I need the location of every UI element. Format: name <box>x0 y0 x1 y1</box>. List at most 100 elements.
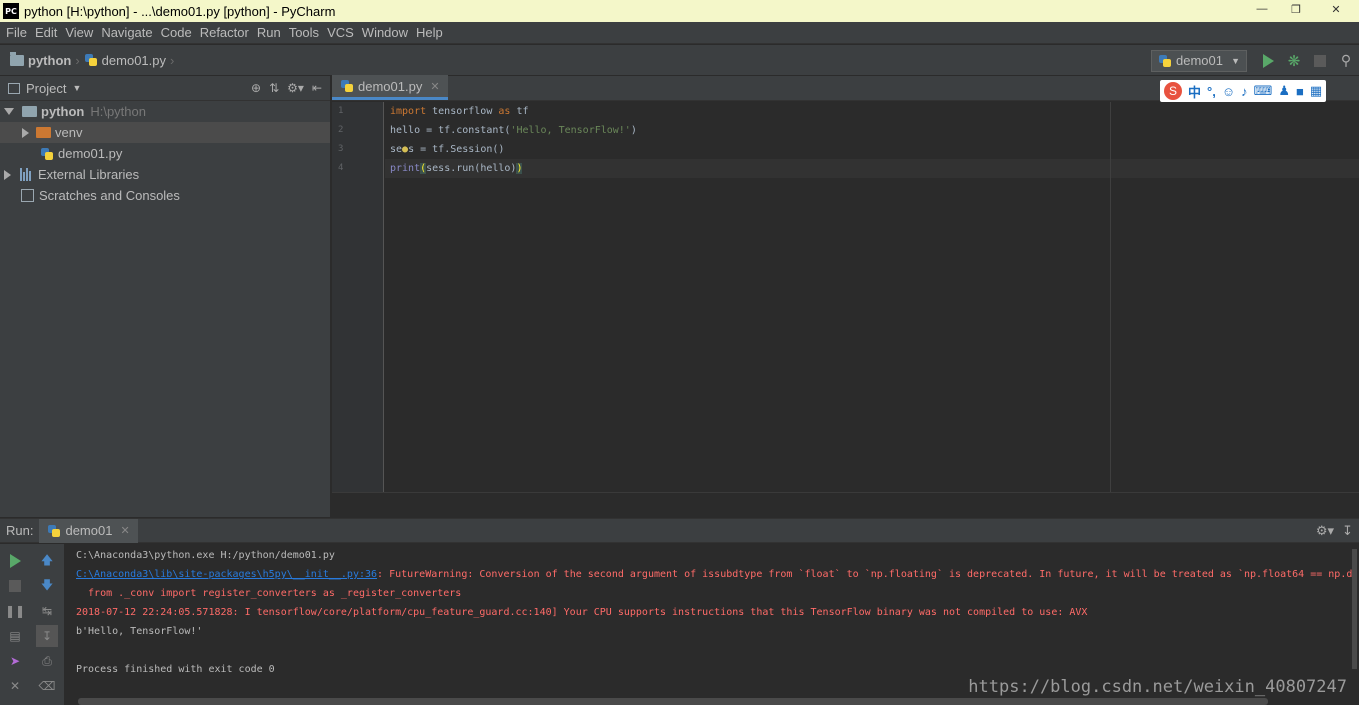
expand-arrow-icon[interactable] <box>4 108 14 115</box>
breadcrumb-project[interactable]: python <box>28 53 71 68</box>
run-tab-demo01[interactable]: demo01 ✕ <box>39 518 138 543</box>
breadcrumb-separator: › <box>170 52 175 68</box>
search-icon: ⚲ <box>1340 52 1352 68</box>
stop-button[interactable] <box>1307 50 1333 72</box>
skin-icon[interactable]: ■ <box>1296 84 1304 99</box>
expand-arrow-icon[interactable] <box>22 127 29 138</box>
folder-icon <box>10 51 24 66</box>
menu-run[interactable]: Run <box>253 25 285 40</box>
menu-file[interactable]: File <box>2 25 31 40</box>
wrap-icon: ↹ <box>41 604 53 618</box>
navigation-bar: python › demo01.py › demo01 ▼ ❋ ⚲ <box>0 45 1359 76</box>
horizontal-scrollbar[interactable] <box>78 698 1268 705</box>
tree-item-demo01[interactable]: demo01.py <box>0 143 330 164</box>
print-button[interactable]: ⎙ <box>36 650 58 672</box>
stop-icon <box>1314 54 1326 67</box>
gear-icon[interactable]: ⚙▾ <box>287 81 304 95</box>
tree-item-scratches[interactable]: Scratches and Consoles <box>0 185 330 206</box>
chevron-down-icon[interactable]: ▼ <box>72 83 81 93</box>
run-config-label: demo01 <box>1176 53 1223 68</box>
sogou-logo-icon[interactable]: S <box>1164 82 1182 100</box>
print-icon: ⎙ <box>42 653 52 668</box>
run-button[interactable] <box>1255 50 1281 72</box>
folder-icon <box>36 127 51 138</box>
right-margin-guide <box>1110 102 1111 492</box>
play-icon <box>1262 53 1274 68</box>
pin-icon: ➤ <box>9 654 21 668</box>
menu-window[interactable]: Window <box>358 25 412 40</box>
menu-refactor[interactable]: Refactor <box>196 25 253 40</box>
scroll-up-button[interactable]: 🡅 <box>36 550 58 572</box>
user-icon[interactable]: ♟ <box>1278 83 1290 99</box>
layout-button[interactable]: ▤ <box>4 625 26 647</box>
minimize-icon[interactable]: — <box>1245 0 1279 18</box>
tree-label: Scratches and Consoles <box>39 188 180 203</box>
close-tab-icon[interactable]: ✕ <box>430 80 439 93</box>
tree-item-external-libraries[interactable]: External Libraries <box>0 164 330 185</box>
run-panel-label: Run: <box>6 523 34 538</box>
breadcrumb-file[interactable]: demo01.py <box>102 53 166 68</box>
console-line: b'Hello, TensorFlow!' <box>76 626 203 637</box>
menu-vcs[interactable]: VCS <box>323 25 358 40</box>
stop-button[interactable] <box>4 575 26 597</box>
pause-icon: ❚❚ <box>4 604 26 618</box>
tree-item-venv[interactable]: venv <box>0 122 330 143</box>
lightbulb-icon[interactable]: ● <box>402 144 408 155</box>
project-view-selector[interactable]: Project <box>26 81 66 96</box>
locate-icon[interactable]: ⊕ <box>251 81 261 95</box>
vertical-scrollbar[interactable] <box>1352 549 1357 669</box>
tab-demo01[interactable]: demo01.py ✕ <box>332 75 448 100</box>
hide-panel-icon[interactable]: ↧ <box>1342 523 1353 539</box>
window-title: python [H:\python] - ...\demo01.py [pyth… <box>24 3 336 19</box>
tree-label: python <box>41 104 85 119</box>
scroll-down-button[interactable]: 🡇 <box>36 575 58 597</box>
keyboard-icon[interactable]: ⌨ <box>1254 83 1273 99</box>
code-line[interactable]: print(sess.run(hello)) <box>385 159 1359 178</box>
project-tool-window: Project ▼ ⊕ ⇅ ⚙▾ ⇤ python H:\python venv… <box>0 76 331 517</box>
console-link[interactable]: C:\Anaconda3\lib\site-packages\h5py\__in… <box>76 569 377 580</box>
code-editor[interactable]: import tensorflow as tf hello = tf.const… <box>385 102 1359 492</box>
tree-root-python[interactable]: python H:\python <box>0 101 330 122</box>
code-line[interactable]: hello = tf.constant('Hello, TensorFlow!'… <box>385 121 1359 140</box>
watermark: https://blog.csdn.net/weixin_40807247 <box>968 677 1347 697</box>
menu-edit[interactable]: Edit <box>31 25 61 40</box>
search-button[interactable]: ⚲ <box>1333 50 1359 72</box>
gear-icon[interactable]: ⚙▾ <box>1316 523 1334 539</box>
grid-menu-icon[interactable]: ▦ <box>1310 83 1322 99</box>
hide-panel-icon[interactable]: ⇤ <box>312 81 322 95</box>
pin-button[interactable]: ➤ <box>4 650 26 672</box>
project-view-icon <box>8 82 20 94</box>
line-number: 2 <box>338 125 344 135</box>
console-output[interactable]: C:\Anaconda3\python.exe H:/python/demo01… <box>66 544 1353 694</box>
collapse-icon[interactable]: ⇅ <box>269 81 279 95</box>
close-tab-icon[interactable]: ✕ <box>120 524 129 537</box>
microphone-icon[interactable]: ♪ <box>1241 84 1248 99</box>
ime-language-toggle[interactable]: 中 <box>1188 82 1201 101</box>
python-file-icon <box>1158 54 1172 68</box>
play-icon <box>9 554 21 568</box>
menu-tools[interactable]: Tools <box>285 25 323 40</box>
soft-wrap-button[interactable]: ↹ <box>36 600 58 622</box>
run-config-select[interactable]: demo01 ▼ <box>1151 49 1247 72</box>
emoji-icon[interactable]: ☺ <box>1222 84 1235 99</box>
rerun-button[interactable] <box>4 550 26 572</box>
tab-label: demo01.py <box>358 78 423 94</box>
menu-help[interactable]: Help <box>412 25 447 40</box>
code-line[interactable]: se●s = tf.Session() <box>385 140 1359 159</box>
menu-navigate[interactable]: Navigate <box>97 25 156 40</box>
close-run-button[interactable]: ✕ <box>4 675 26 697</box>
library-icon <box>20 168 34 181</box>
menu-code[interactable]: Code <box>157 25 196 40</box>
code-line[interactable]: import tensorflow as tf <box>385 102 1359 121</box>
debug-button[interactable]: ❋ <box>1281 50 1307 72</box>
expand-arrow-icon[interactable] <box>4 169 11 180</box>
line-number: 3 <box>338 144 344 154</box>
scroll-to-end-button[interactable]: ↧ <box>36 625 58 647</box>
ime-punctuation-toggle[interactable]: °, <box>1207 84 1216 99</box>
maximize-icon[interactable]: ❐ <box>1279 0 1313 18</box>
clear-button[interactable]: ⌫ <box>36 675 58 697</box>
menu-view[interactable]: View <box>61 25 97 40</box>
scratches-icon <box>21 189 34 202</box>
pause-button[interactable]: ❚❚ <box>4 600 26 622</box>
close-icon[interactable]: ✕ <box>1313 0 1359 18</box>
